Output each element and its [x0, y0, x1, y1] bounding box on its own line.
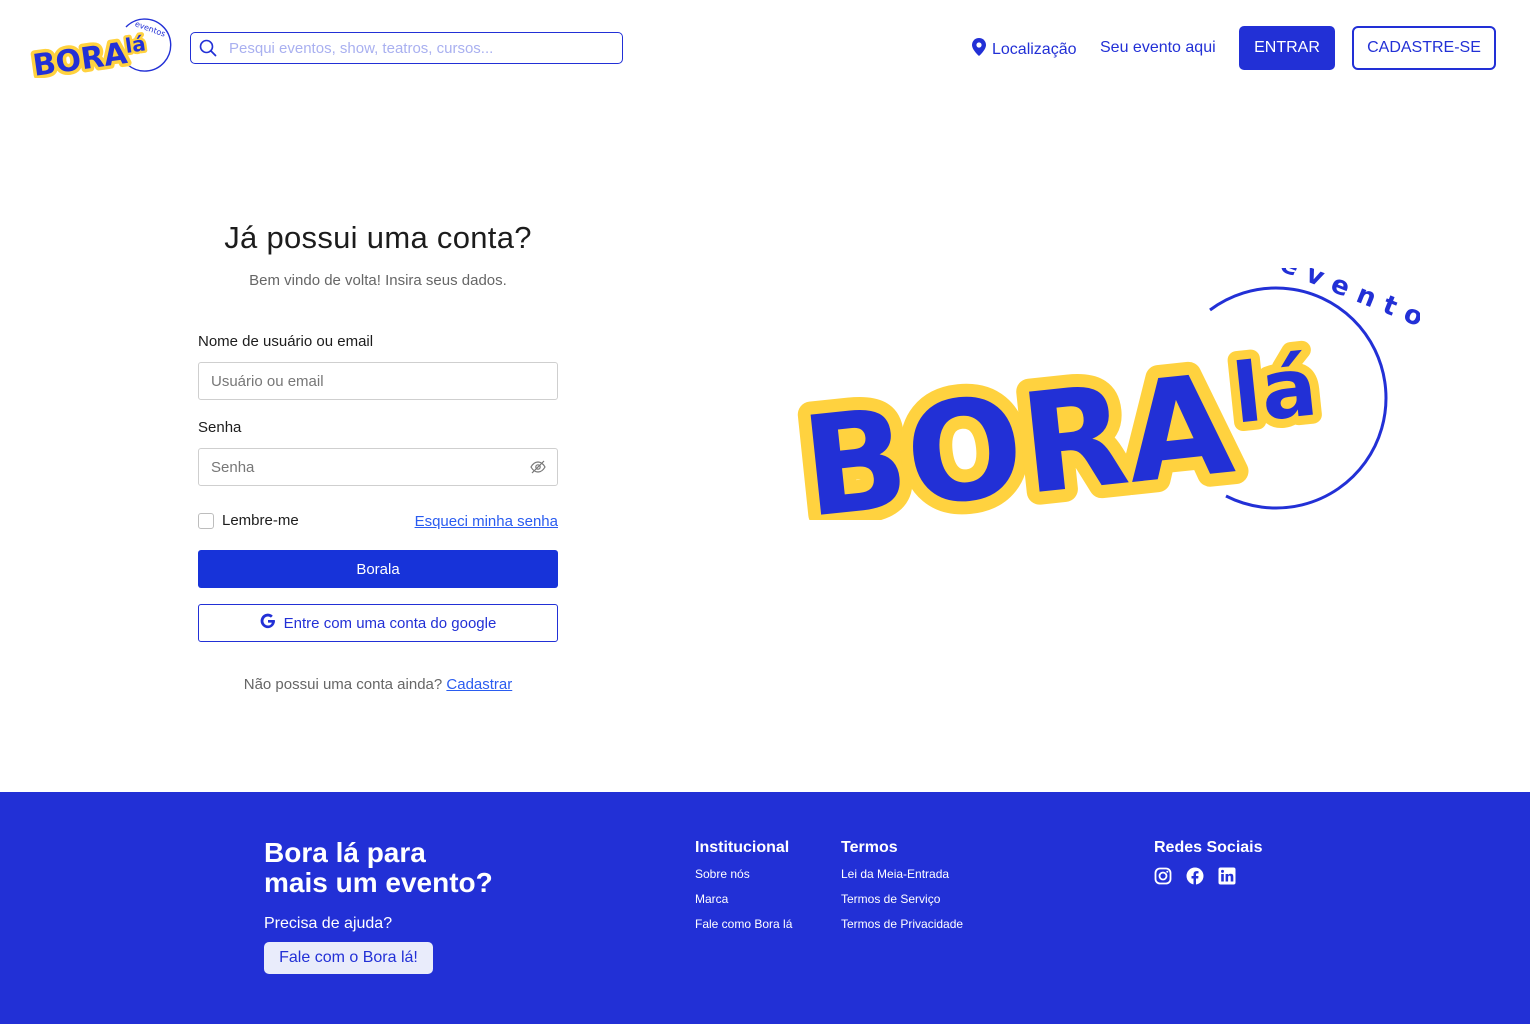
footer-link-privacy[interactable]: Termos de Privacidade [841, 917, 963, 931]
logo-small-accent: lá [124, 31, 148, 58]
remember-label: Lembre-me [222, 512, 299, 529]
linkedin-icon[interactable] [1218, 867, 1236, 885]
footer-link-contact[interactable]: Fale como Bora lá [695, 917, 792, 931]
search-input[interactable] [225, 39, 622, 57]
footer-terms: Termos Lei da Meia-Entrada Termos de Ser… [841, 839, 963, 942]
signup-button[interactable]: CADASTRE-SE [1352, 26, 1496, 70]
logo-small[interactable]: BORA BORA lá lá eventos [30, 18, 172, 78]
map-pin-icon [972, 38, 986, 61]
facebook-icon[interactable] [1186, 867, 1204, 885]
search-bar[interactable] [190, 32, 623, 64]
institutional-heading: Institucional [695, 839, 790, 856]
footer-institutional: Institucional Sobre nós Marca Fale como … [695, 839, 792, 942]
user-input[interactable] [198, 362, 558, 400]
login-form: Já possui uma conta? Bem vindo de volta!… [198, 220, 558, 693]
user-label: Nome de usuário ou email [198, 333, 374, 350]
login-title: Já possui uma conta? [224, 220, 532, 255]
logo-large-accent: lá [1228, 339, 1321, 442]
login-subtitle: Bem vindo de volta! Insira seus dados. [249, 272, 507, 289]
logo-large: BORA BORA lá lá eventos [790, 268, 1420, 520]
terms-heading: Termos [841, 839, 898, 856]
instagram-icon[interactable] [1154, 867, 1172, 885]
password-field [198, 448, 558, 486]
remember-checkbox[interactable] [198, 512, 214, 529]
google-icon [260, 613, 276, 633]
social-heading: Redes Sociais [1154, 839, 1263, 856]
help-text: Precisa de ajuda? [264, 915, 393, 932]
footer: Bora lá para mais um evento? Precisa de … [0, 792, 1530, 1024]
eye-off-icon[interactable] [530, 459, 546, 475]
logo-small-text: BORA [31, 36, 130, 78]
password-input[interactable] [198, 448, 558, 486]
event-link[interactable]: Seu evento aqui [1100, 39, 1216, 57]
location-label: Localização [992, 40, 1077, 58]
footer-link-terms-of-service[interactable]: Termos de Serviço [841, 892, 963, 906]
remember-me[interactable]: Lembre-me [198, 512, 299, 529]
footer-title: Bora lá para mais um evento? [264, 838, 493, 898]
search-icon [191, 33, 225, 63]
footer-link-brand[interactable]: Marca [695, 892, 792, 906]
no-account-row: Não possui uma conta ainda? Cadastrar [198, 676, 558, 693]
footer-link-half-price-law[interactable]: Lei da Meia-Entrada [841, 867, 963, 881]
password-label: Senha [198, 419, 242, 436]
logo-large-tag: eventos [1276, 268, 1420, 346]
footer-title-line2: mais um evento? [264, 867, 493, 898]
google-login-button[interactable]: Entre com uma conta do google [198, 604, 558, 642]
login-button[interactable]: ENTRAR [1239, 26, 1335, 70]
footer-link-about[interactable]: Sobre nós [695, 867, 792, 881]
no-account-text: Não possui uma conta ainda? [243, 676, 443, 693]
social-icons [1154, 867, 1263, 885]
header: BORA BORA lá lá eventos Localização Seu … [0, 0, 1530, 96]
submit-button[interactable]: Borala [198, 550, 558, 588]
google-button-label: Entre com uma conta do google [283, 614, 497, 632]
logo-large-text: BORA [795, 344, 1240, 520]
forgot-password-link[interactable]: Esqueci minha senha [415, 513, 558, 530]
footer-title-line1: Bora lá para [264, 837, 426, 868]
footer-social: Redes Sociais [1154, 839, 1263, 885]
location-link[interactable]: Localização [972, 38, 1077, 61]
register-link[interactable]: Cadastrar [446, 676, 512, 693]
contact-button[interactable]: Fale com o Bora lá! [264, 942, 433, 974]
